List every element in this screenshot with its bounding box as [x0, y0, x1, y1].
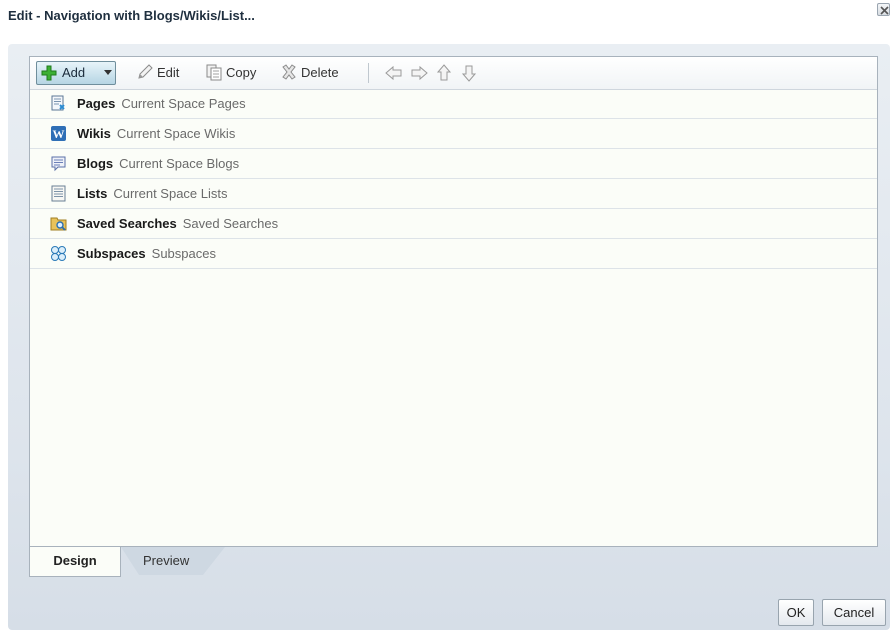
cancel-button[interactable]: Cancel	[822, 599, 886, 626]
plus-icon	[41, 65, 57, 81]
item-name: Saved Searches	[77, 216, 177, 231]
close-icon	[880, 6, 889, 15]
delete-button[interactable]: Delete	[280, 63, 339, 83]
item-name: Blogs	[77, 156, 114, 171]
toolbar-separator	[368, 63, 369, 83]
tab-bar: Design Preview	[29, 547, 329, 577]
copy-icon	[206, 64, 222, 81]
tab-preview[interactable]: Preview	[121, 547, 225, 575]
item-name: Pages	[77, 96, 116, 111]
list-item[interactable]: W Wikis Current Space Wikis	[30, 119, 877, 149]
arrow-right-icon[interactable]	[410, 64, 428, 82]
item-description: Current Space Blogs	[119, 156, 240, 171]
close-button[interactable]	[877, 3, 890, 16]
tab-preview-label: Preview	[143, 553, 190, 568]
navigation-list: Pages Current Space Pages W Wikis Current …	[30, 89, 877, 269]
tab-design[interactable]: Design	[29, 547, 121, 577]
delete-label: Delete	[301, 65, 339, 80]
edit-label: Edit	[157, 65, 180, 80]
arrow-down-icon[interactable]	[460, 64, 478, 82]
list-item[interactable]: Pages Current Space Pages	[30, 89, 877, 119]
add-button[interactable]: Add	[36, 61, 116, 85]
copy-label: Copy	[226, 65, 257, 80]
item-description: Subspaces	[151, 246, 216, 261]
subspaces-icon	[51, 246, 66, 261]
arrow-up-icon[interactable]	[435, 64, 453, 82]
pencil-icon	[138, 64, 153, 79]
add-label: Add	[62, 65, 86, 80]
ok-button[interactable]: OK	[778, 599, 814, 626]
blog-icon	[51, 156, 66, 172]
item-name: Lists	[77, 186, 108, 201]
list-item[interactable]: Blogs Current Space Blogs	[30, 149, 877, 179]
item-description: Current Space Wikis	[116, 126, 236, 141]
list-item[interactable]: Saved Searches Saved Searches	[30, 209, 877, 239]
chevron-down-icon	[104, 70, 112, 75]
svg-text:W: W	[53, 127, 65, 141]
dialog-titlebar: Edit - Navigation with Blogs/Wikis/List.…	[0, 0, 894, 30]
item-name: Subspaces	[77, 246, 146, 261]
toolbar: Add Edit Copy Delete	[30, 57, 877, 90]
copy-button[interactable]: Copy	[205, 63, 256, 83]
navigation-panel: Add Edit Copy Delete Pages Current Space…	[29, 56, 878, 547]
arrow-left-icon[interactable]	[385, 64, 403, 82]
item-description: Saved Searches	[182, 216, 279, 231]
saved-search-icon	[50, 217, 67, 231]
edit-button[interactable]: Edit	[136, 63, 179, 83]
item-description: Current Space Lists	[113, 186, 228, 201]
pages-icon	[51, 95, 65, 111]
list-icon	[51, 185, 66, 202]
item-name: Wikis	[77, 126, 111, 141]
wiki-icon: W	[51, 126, 66, 141]
dialog-title: Edit - Navigation with Blogs/Wikis/List.…	[8, 8, 255, 23]
list-item[interactable]: Lists Current Space Lists	[30, 179, 877, 209]
delete-icon	[282, 64, 296, 80]
list-item[interactable]: Subspaces Subspaces	[30, 239, 877, 269]
item-description: Current Space Pages	[121, 96, 246, 111]
